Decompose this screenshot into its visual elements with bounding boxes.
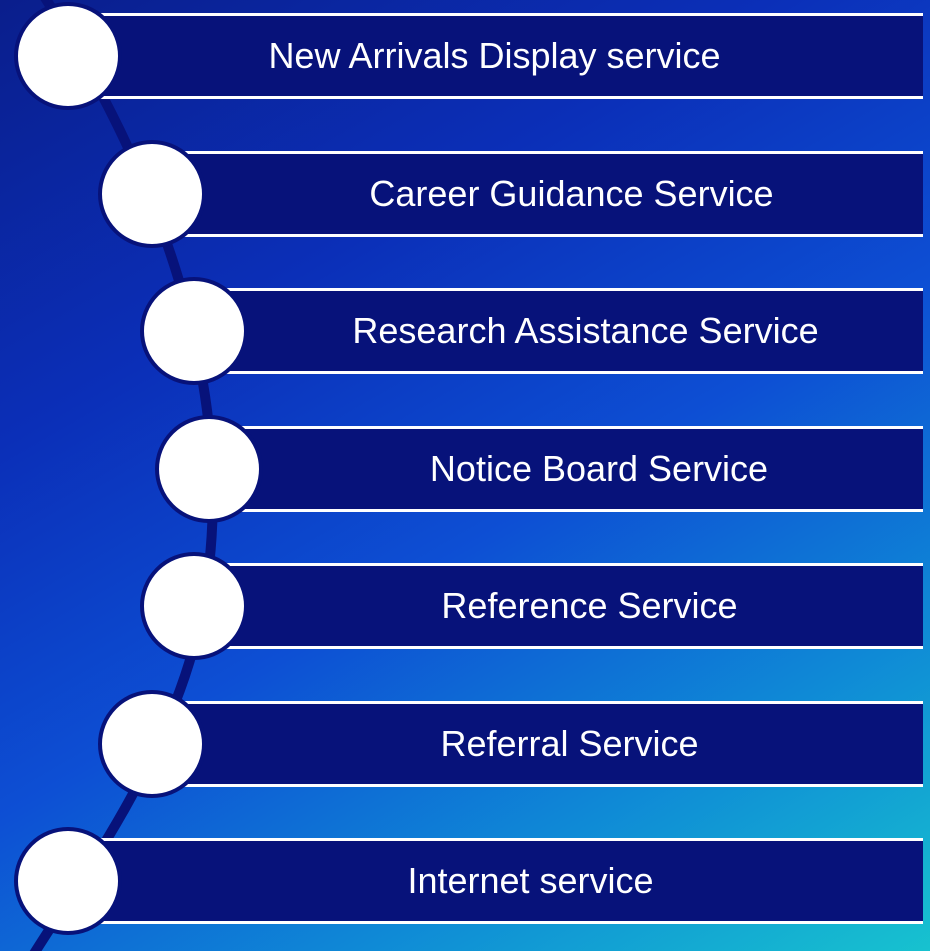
service-bar: Notice Board Service bbox=[205, 426, 923, 512]
list-item: New Arrivals Display service bbox=[0, 2, 930, 110]
service-bar: New Arrivals Display service bbox=[66, 13, 923, 99]
service-label: Notice Board Service bbox=[429, 448, 769, 489]
bullet-circle bbox=[98, 140, 206, 248]
service-bar: Career Guidance Service bbox=[150, 151, 923, 237]
bullet-circle bbox=[155, 415, 263, 523]
service-label: Research Assistance Service bbox=[352, 310, 819, 351]
list-item: Internet service bbox=[0, 827, 930, 935]
bullet-circle bbox=[98, 690, 206, 798]
list-item: Reference Service bbox=[0, 552, 930, 660]
service-bar: Internet service bbox=[66, 838, 923, 924]
bullet-circle bbox=[14, 827, 122, 935]
service-bar: Referral Service bbox=[150, 701, 923, 787]
list-item: Referral Service bbox=[0, 690, 930, 798]
bullet-circle bbox=[140, 277, 248, 385]
list-item: Research Assistance Service bbox=[0, 277, 930, 385]
service-label: New Arrivals Display service bbox=[268, 35, 721, 76]
service-label: Referral Service bbox=[440, 723, 699, 764]
service-label: Career Guidance Service bbox=[369, 173, 774, 214]
service-bar: Research Assistance Service bbox=[192, 288, 923, 374]
bullet-circle bbox=[14, 2, 122, 110]
service-label: Reference Service bbox=[441, 585, 738, 626]
service-label: Internet service bbox=[407, 860, 654, 901]
list-item: Career Guidance Service bbox=[0, 140, 930, 248]
service-bar: Reference Service bbox=[192, 563, 923, 649]
list-item: Notice Board Service bbox=[0, 415, 930, 523]
bullet-circle bbox=[140, 552, 248, 660]
